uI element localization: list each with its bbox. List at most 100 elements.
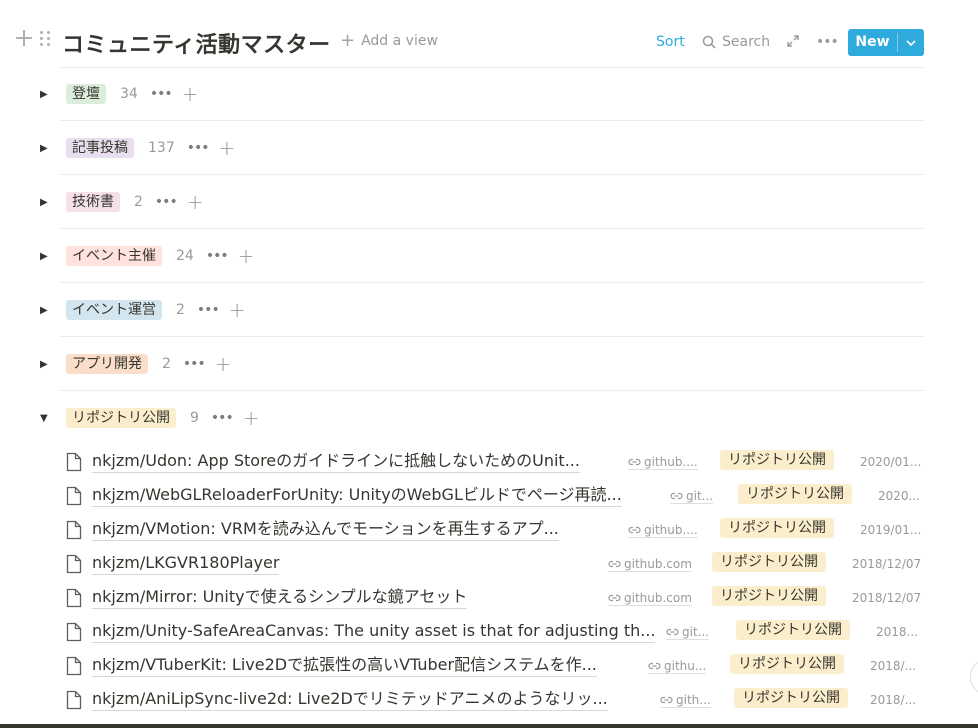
group-tag: 技術書 (66, 192, 120, 212)
group-header[interactable]: ▼ リポジトリ公開 9 ••• + (40, 406, 259, 430)
item-title[interactable]: nkjzm/WebGLReloaderForUnity: UnityのWebGL… (92, 485, 622, 507)
group-count: 137 (148, 140, 175, 156)
more-icon[interactable]: ••• (183, 356, 206, 372)
caret-right-icon[interactable]: ▶ (40, 305, 50, 316)
url-text: github.com (624, 557, 692, 571)
item-title[interactable]: nkjzm/AniLipSync-live2d: Live2Dでリミテッドアニメ… (92, 689, 608, 711)
group-header[interactable]: ▶ 記事投稿 137 ••• + (40, 136, 235, 160)
list-item[interactable]: nkjzm/LKGVR180Player github.com リポジトリ公開 … (60, 547, 924, 581)
item-date: 2019/01... (860, 523, 922, 537)
link-icon (670, 492, 683, 500)
link-icon (608, 594, 621, 602)
help-bubble[interactable] (970, 660, 978, 694)
item-url[interactable]: git... (666, 625, 710, 640)
sort-button[interactable]: Sort (656, 34, 685, 50)
list-item[interactable]: nkjzm/WebGLReloaderForUnity: UnityのWebGL… (60, 479, 924, 513)
url-text: git... (686, 489, 714, 503)
link-icon (628, 458, 641, 466)
database-header: コミュニティ活動マスター + Add a view Sort Search ••… (0, 0, 978, 68)
database-title[interactable]: コミュニティ活動マスター (62, 27, 331, 59)
item-title[interactable]: nkjzm/Mirror: Unityで使えるシンプルな鏡アセット (92, 587, 468, 609)
add-icon[interactable]: + (243, 408, 260, 428)
more-icon[interactable]: ••• (197, 302, 220, 318)
add-icon[interactable]: + (238, 246, 255, 266)
item-date: 2018/12/07 (852, 557, 922, 571)
more-icon[interactable]: ••• (206, 248, 229, 264)
list-item[interactable]: nkjzm/VTuberKit: Live2Dで拡張性の高いVTuber配信シス… (60, 649, 924, 683)
url-text: github.com (624, 591, 692, 605)
item-tag: リポジトリ公開 (720, 450, 834, 470)
list-item[interactable]: nkjzm/AniLipSync-live2d: Live2Dでリミテッドアニメ… (60, 683, 924, 717)
item-url[interactable]: github.com (608, 557, 692, 572)
url-text: githu... (664, 659, 707, 673)
caret-right-icon[interactable]: ▶ (40, 89, 50, 100)
item-title[interactable]: nkjzm/VMotion: VRMを読み込んでモーションを再生するアプ... (92, 519, 559, 541)
item-url[interactable]: github.... (628, 523, 698, 538)
list-item[interactable]: nkjzm/VMotion: VRMを読み込んでモーションを再生するアプ... … (60, 513, 924, 547)
add-block-plus-icon[interactable] (16, 30, 32, 46)
list-item[interactable]: nkjzm/Unity-SafeAreaCanvas: The unity as… (60, 615, 924, 649)
item-tag: リポジトリ公開 (738, 484, 852, 504)
add-icon[interactable]: + (229, 300, 246, 320)
item-title[interactable]: nkjzm/Unity-SafeAreaCanvas: The unity as… (92, 621, 656, 643)
group-count: 2 (162, 356, 171, 372)
more-icon[interactable]: ••• (150, 86, 173, 102)
link-icon (648, 662, 661, 670)
group-count: 34 (120, 86, 138, 102)
expand-icon[interactable] (786, 34, 800, 48)
group-header[interactable]: ▶ アプリ開発 2 ••• + (40, 352, 231, 376)
item-title[interactable]: nkjzm/Udon: App Storeのガイドラインに抵触しないためのUni… (92, 451, 580, 473)
more-icon[interactable]: ••• (155, 194, 178, 210)
caret-down-icon[interactable]: ▼ (40, 413, 50, 424)
group-header[interactable]: ▶ 技術書 2 ••• + (40, 190, 203, 214)
item-title[interactable]: nkjzm/VTuberKit: Live2Dで拡張性の高いVTuber配信シス… (92, 655, 597, 677)
item-url[interactable]: githu... (648, 659, 707, 674)
group-tag: イベント運営 (66, 300, 162, 320)
group-count: 24 (176, 248, 194, 264)
list-item[interactable]: nkjzm/Mirror: Unityで使えるシンプルな鏡アセット github… (60, 581, 924, 615)
item-tag: リポジトリ公開 (730, 654, 844, 674)
item-tag: リポジトリ公開 (734, 688, 848, 708)
add-icon[interactable]: + (187, 192, 204, 212)
more-icon[interactable]: ••• (187, 140, 210, 156)
item-url[interactable]: github.com (608, 591, 692, 606)
add-view-label: Add a view (361, 33, 438, 49)
drag-handle-icon[interactable] (40, 31, 52, 47)
group-tag: リポジトリ公開 (66, 408, 176, 428)
page-icon (66, 656, 82, 676)
add-icon[interactable]: + (182, 84, 199, 104)
item-url[interactable]: github.... (628, 455, 698, 470)
chevron-down-icon[interactable] (898, 29, 924, 56)
list-item[interactable]: nkjzm/Udon: App Storeのガイドラインに抵触しないためのUni… (60, 445, 924, 479)
caret-right-icon[interactable]: ▶ (40, 143, 50, 154)
group-count: 2 (176, 302, 185, 318)
item-url[interactable]: git... (670, 489, 714, 504)
caret-right-icon[interactable]: ▶ (40, 197, 50, 208)
group-header[interactable]: ▶ 登壇 34 ••• + (40, 82, 198, 106)
caret-right-icon[interactable]: ▶ (40, 251, 50, 262)
add-view-button[interactable]: + Add a view (340, 32, 438, 50)
group-tag: イベント主催 (66, 246, 162, 266)
item-url[interactable]: gith... (660, 693, 711, 708)
item-tag: リポジトリ公開 (736, 620, 850, 640)
group-count: 2 (134, 194, 143, 210)
more-icon[interactable]: ••• (211, 410, 234, 426)
link-icon (608, 560, 621, 568)
divider (60, 174, 924, 175)
group-header[interactable]: ▶ イベント運営 2 ••• + (40, 298, 245, 322)
add-icon[interactable]: + (219, 138, 236, 158)
item-date: 2018... (876, 625, 918, 639)
url-text: gith... (676, 693, 711, 707)
group-header[interactable]: ▶ イベント主催 24 ••• + (40, 244, 254, 268)
page-icon (66, 690, 82, 710)
add-icon[interactable]: + (215, 354, 232, 374)
caret-right-icon[interactable]: ▶ (40, 359, 50, 370)
group-tag: 登壇 (66, 84, 106, 104)
page-icon (66, 452, 82, 472)
new-button[interactable]: New (848, 29, 924, 56)
more-options-icon[interactable]: ••• (816, 34, 839, 50)
item-title[interactable]: nkjzm/LKGVR180Player (92, 553, 280, 575)
url-text: git... (682, 625, 710, 639)
search-button[interactable]: Search (702, 34, 770, 50)
item-tag: リポジトリ公開 (712, 586, 826, 606)
